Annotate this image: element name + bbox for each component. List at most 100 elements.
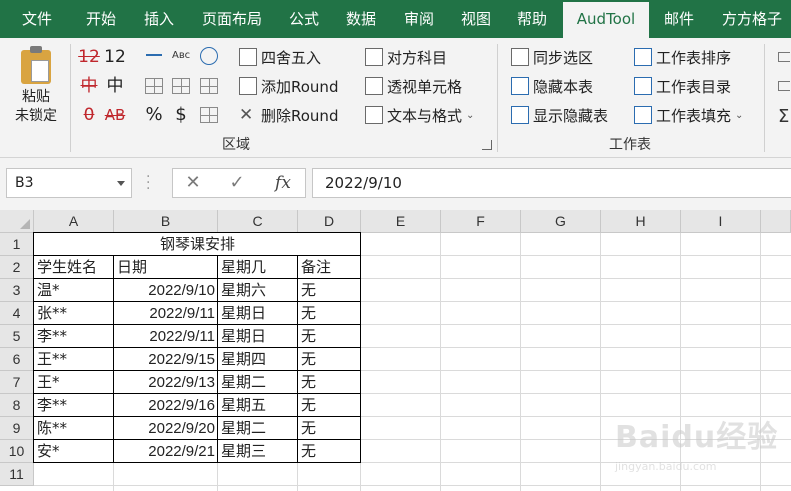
table-cell[interactable]: 星期二 [218, 417, 298, 440]
grid-icon[interactable] [172, 78, 190, 94]
table-cell[interactable]: 无 [298, 440, 361, 463]
row-header-5[interactable]: 5 [0, 325, 34, 348]
number-format-button[interactable]: 12 [102, 44, 128, 70]
row-header-6[interactable]: 6 [0, 348, 34, 371]
sum-icon[interactable]: Σ [778, 106, 789, 127]
tab-home[interactable]: 开始 [72, 0, 130, 38]
column-header-b[interactable]: B [114, 210, 218, 233]
table-cell[interactable]: 安* [34, 440, 114, 463]
calendar-icon[interactable] [200, 107, 218, 123]
header-cell[interactable]: 备注 [298, 256, 361, 279]
table-cell[interactable]: 王* [34, 371, 114, 394]
tab-help[interactable]: 帮助 [504, 0, 560, 38]
date-cell[interactable]: 2022/9/21 [114, 440, 218, 463]
add-round-button[interactable]: 添加Round [239, 73, 338, 99]
table-cell[interactable]: 王** [34, 348, 114, 371]
move-icon[interactable] [200, 47, 218, 65]
table-cell[interactable]: 星期日 [218, 302, 298, 325]
chevron-down-icon[interactable] [117, 181, 125, 186]
confirm-icon[interactable]: ✓ [217, 169, 257, 197]
text-case-icon[interactable]: Aʙᴄ [172, 50, 190, 61]
row-header-10[interactable]: 10 [0, 440, 34, 463]
row-header-2[interactable]: 2 [0, 256, 34, 279]
chinese-format-button[interactable]: 中 [102, 73, 128, 99]
overflow-icon[interactable] [778, 81, 790, 91]
paste-unlocked-button[interactable]: 粘贴 未锁定 [8, 46, 64, 130]
currency-icon[interactable]: $ [168, 102, 194, 128]
pivot-cell-button[interactable]: 透视单元格 [365, 73, 462, 99]
dialog-launcher-icon[interactable] [482, 140, 492, 150]
table-cell[interactable]: 无 [298, 302, 361, 325]
table-cell[interactable]: 星期四 [218, 348, 298, 371]
table-cell[interactable]: 张** [34, 302, 114, 325]
tab-data[interactable]: 数据 [332, 0, 390, 38]
tab-insert[interactable]: 插入 [130, 0, 188, 38]
strike-chinese-button[interactable]: 中 [76, 73, 102, 99]
date-cell[interactable]: 2022/9/11 [114, 302, 218, 325]
table-cell[interactable]: 星期三 [218, 440, 298, 463]
remove-round-button[interactable]: ✕ 删除Round [239, 102, 338, 128]
sort-sheets-button[interactable]: 工作表排序 [634, 44, 731, 70]
column-header-a[interactable]: A [34, 210, 114, 233]
sync-selection-button[interactable]: 同步选区 [511, 44, 593, 70]
date-cell[interactable]: 2022/9/16 [114, 394, 218, 417]
tab-fangfang-grid[interactable]: 方方格子 [712, 0, 791, 38]
tab-formulas[interactable]: 公式 [276, 0, 332, 38]
grid-icon[interactable] [200, 78, 218, 94]
round-button[interactable]: 四舍五入 [239, 44, 321, 70]
formula-input[interactable]: 2022/9/10 [312, 168, 791, 198]
table-cell[interactable]: 无 [298, 394, 361, 417]
tab-page-layout[interactable]: 页面布局 [192, 0, 272, 38]
column-header-e[interactable]: E [361, 210, 441, 233]
overflow-icon[interactable] [778, 52, 790, 62]
date-cell[interactable]: 2022/9/13 [114, 371, 218, 394]
header-cell[interactable]: 星期几 [218, 256, 298, 279]
table-cell[interactable]: 陈** [34, 417, 114, 440]
strike-ab-button[interactable]: AB [102, 102, 128, 128]
cancel-icon[interactable]: ✕ [173, 169, 213, 197]
row-header-8[interactable]: 8 [0, 394, 34, 417]
column-header-g[interactable]: G [521, 210, 601, 233]
tab-view[interactable]: 视图 [448, 0, 504, 38]
table-cell[interactable]: 温* [34, 279, 114, 302]
row-header-7[interactable]: 7 [0, 371, 34, 394]
column-header-d[interactable]: D [298, 210, 361, 233]
table-cell[interactable]: 无 [298, 371, 361, 394]
table-cell[interactable]: 无 [298, 417, 361, 440]
strike-zero-button[interactable]: 0 [76, 102, 102, 128]
date-cell[interactable]: 2022/9/20 [114, 417, 218, 440]
row-header-9[interactable]: 9 [0, 417, 34, 440]
date-cell[interactable]: 2022/9/11 [114, 325, 218, 348]
tab-mailings[interactable]: 邮件 [652, 0, 706, 38]
date-cell[interactable]: 2022/9/15 [114, 348, 218, 371]
hide-sheet-button[interactable]: 隐藏本表 [511, 73, 593, 99]
counter-account-button[interactable]: 对方科目 [365, 44, 447, 70]
text-format-dropdown[interactable]: 文本与格式 ⌄ [365, 102, 474, 128]
minus-icon[interactable] [146, 54, 162, 56]
column-header-f[interactable]: F [441, 210, 521, 233]
table-cell[interactable]: 星期二 [218, 371, 298, 394]
insert-function-icon[interactable]: fx [263, 169, 303, 197]
column-header-i[interactable]: I [681, 210, 761, 233]
column-header[interactable] [761, 210, 791, 233]
tab-review[interactable]: 审阅 [390, 0, 448, 38]
show-hidden-sheets-button[interactable]: 显示隐藏表 [511, 102, 608, 128]
column-header-h[interactable]: H [601, 210, 681, 233]
percent-icon[interactable]: % [141, 102, 167, 128]
row-header-1[interactable]: 1 [0, 233, 34, 256]
header-cell[interactable]: 日期 [114, 256, 218, 279]
table-cell[interactable]: 星期五 [218, 394, 298, 417]
tab-file[interactable]: 文件 [8, 0, 66, 38]
table-cell[interactable]: 星期六 [218, 279, 298, 302]
sheet-title-cell[interactable]: 钢琴课安排 [34, 233, 361, 256]
drag-handle-icon[interactable]: · · · [146, 170, 152, 196]
header-cell[interactable]: 学生姓名 [34, 256, 114, 279]
table-cell[interactable]: 李** [34, 325, 114, 348]
select-all-button[interactable] [0, 210, 34, 233]
strike-number-button[interactable]: 12 [76, 44, 102, 70]
tab-audtool[interactable]: AudTool [563, 2, 649, 38]
table-cell[interactable]: 无 [298, 325, 361, 348]
table-cell[interactable]: 李** [34, 394, 114, 417]
date-cell[interactable]: 2022/9/10 [114, 279, 218, 302]
row-header-3[interactable]: 3 [0, 279, 34, 302]
